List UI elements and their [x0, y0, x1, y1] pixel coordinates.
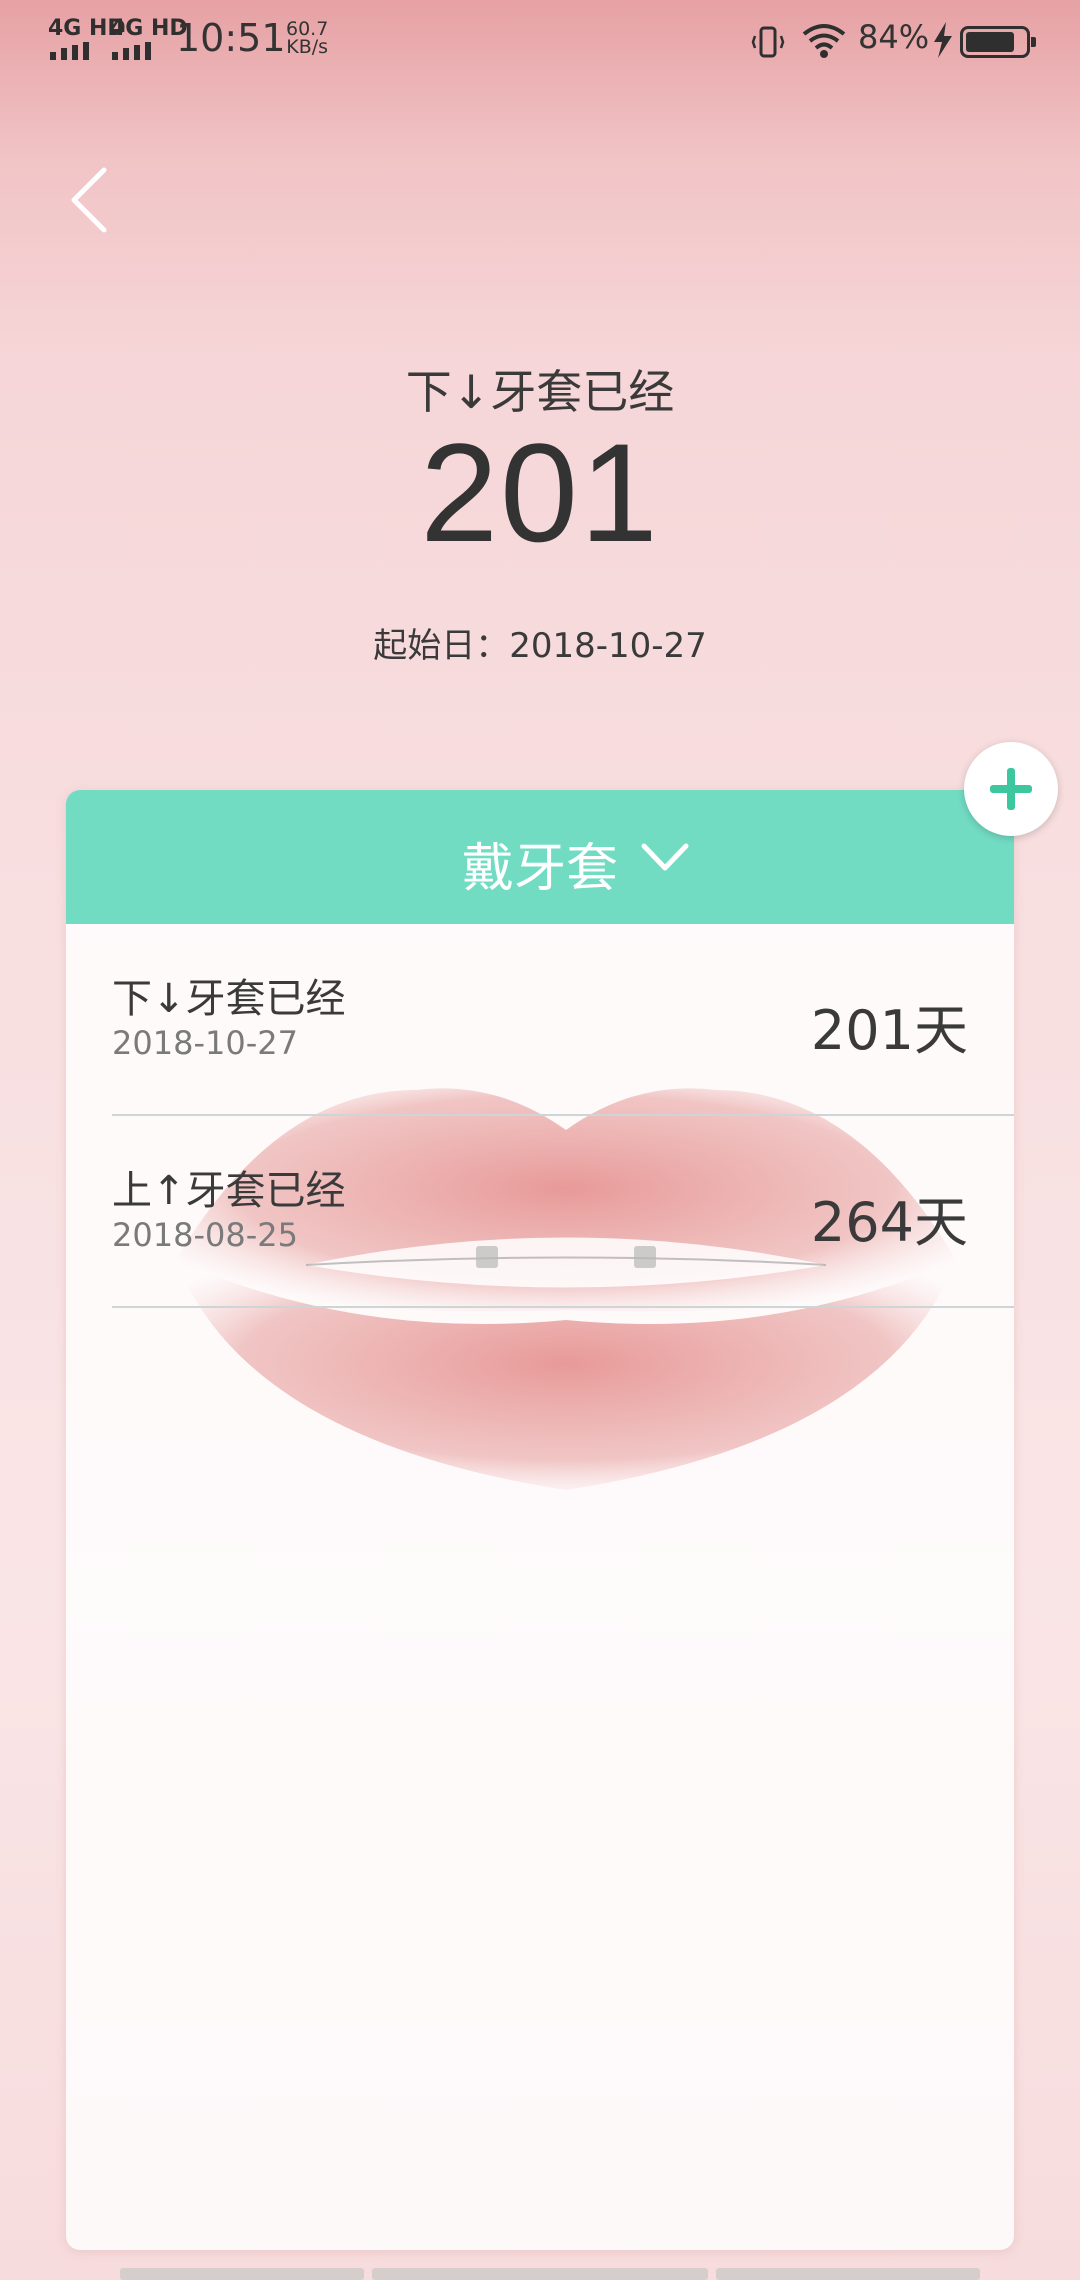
signal-bars-icon — [50, 42, 89, 60]
list-item-upper-braces[interactable]: 上↑牙套已经 2018-08-25 264天 — [112, 1116, 1014, 1308]
card-header[interactable]: 戴牙套 — [66, 790, 1014, 924]
battery-nub — [1031, 37, 1036, 47]
vibrate-icon — [751, 26, 785, 58]
hero-day-count: 201 — [420, 414, 660, 571]
status-bar: 4G HD 4G HD 10:51 60.7 KB/s 84% — [0, 0, 1080, 84]
bottom-strip — [716, 2268, 980, 2280]
battery-fill — [966, 32, 1014, 52]
bottom-strip — [372, 2268, 708, 2280]
status-time: 10:51 — [176, 16, 286, 60]
item-days: 201天 — [810, 999, 968, 1062]
category-title: 戴牙套 — [461, 839, 618, 899]
add-button[interactable] — [964, 742, 1058, 836]
wifi-icon — [802, 24, 846, 58]
start-date: 起始日：2018-10-27 — [373, 626, 707, 666]
item-date: 2018-08-25 — [112, 1216, 298, 1254]
signal-bars-icon-2 — [112, 42, 151, 60]
charging-bolt-icon — [934, 22, 952, 58]
battery-percent: 84% — [858, 18, 930, 56]
item-name: 上↑牙套已经 — [112, 1168, 346, 1214]
item-name: 下↓牙套已经 — [112, 976, 346, 1022]
chevron-down-icon — [641, 843, 689, 871]
item-date: 2018-10-27 — [112, 1024, 298, 1062]
braces-card: 戴牙套 下↓牙套已经 2018-10-27 201天 上↑牙套已经 2018-0… — [66, 790, 1014, 2250]
item-days: 264天 — [810, 1191, 968, 1254]
back-chevron-icon[interactable] — [60, 160, 120, 240]
network-speed: 60.7 KB/s — [286, 20, 329, 58]
bottom-tab-strips — [0, 2268, 1080, 2280]
plus-icon-vertical — [1007, 768, 1015, 810]
battery-icon — [960, 26, 1036, 58]
network-speed-unit: KB/s — [286, 36, 329, 58]
list-item-lower-braces[interactable]: 下↓牙套已经 2018-10-27 201天 — [112, 924, 1014, 1116]
bottom-strip — [120, 2268, 364, 2280]
